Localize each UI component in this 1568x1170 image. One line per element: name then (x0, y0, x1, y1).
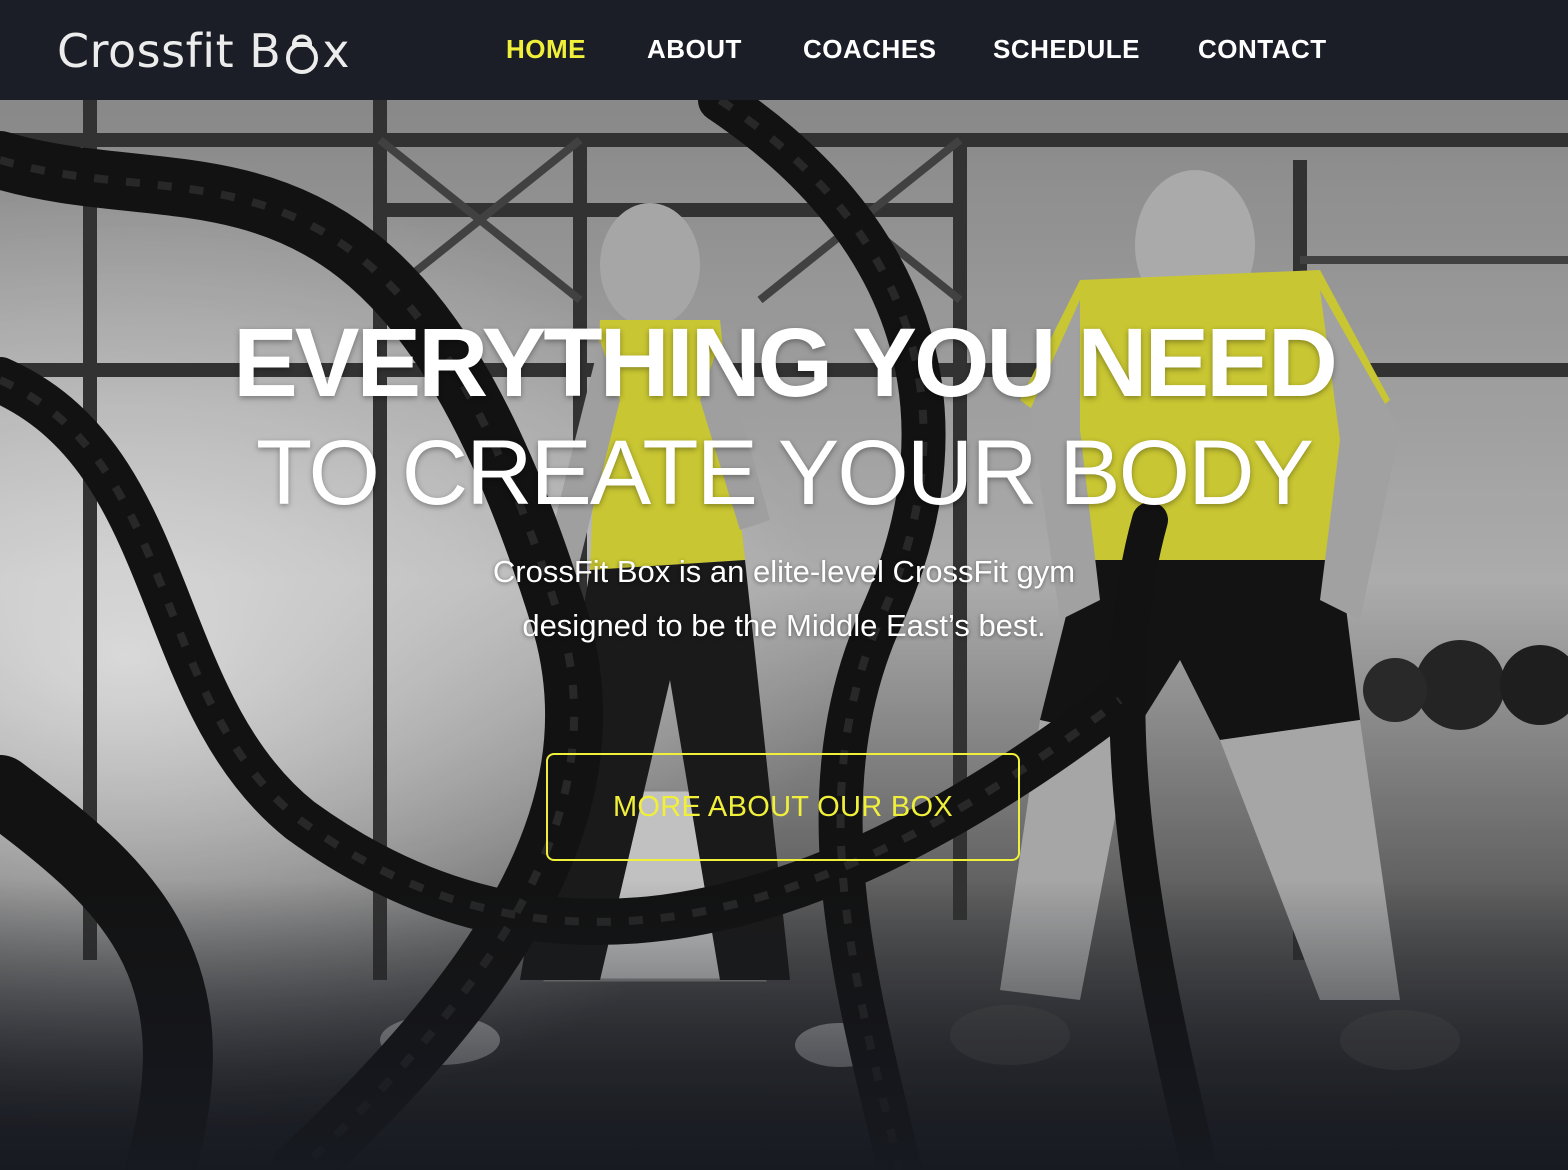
nav-link-coaches[interactable]: COACHES (803, 30, 993, 68)
nav-item-coaches: COACHES (803, 30, 993, 68)
site-logo[interactable]: Crossfit B x (57, 24, 350, 78)
logo-text-start: Crossfit B (57, 24, 282, 78)
more-about-button[interactable]: MORE ABOUT OUR BOX (546, 753, 1020, 861)
logo-text-end: x (322, 24, 351, 78)
hero-title: EVERYTHING YOU NEED (233, 308, 1338, 417)
hero-description-line-2: designed to be the Middle East’s best. (522, 608, 1046, 643)
nav-item-about: ABOUT (647, 30, 803, 68)
main-nav: HOME ABOUT COACHES SCHEDULE CONTACT (506, 30, 1338, 68)
hero-description-line-1: CrossFit Box is an elite-level CrossFit … (492, 554, 1076, 589)
nav-link-contact[interactable]: CONTACT (1198, 30, 1338, 68)
nav-item-contact: CONTACT (1198, 30, 1338, 68)
navbar: Crossfit B x HOME ABOUT COACHES SCHEDULE… (0, 0, 1568, 100)
hero-description: CrossFit Box is an elite-level CrossFit … (434, 545, 1134, 653)
nav-item-home: HOME (506, 30, 647, 68)
nav-item-schedule: SCHEDULE (993, 30, 1198, 68)
nav-link-schedule[interactable]: SCHEDULE (993, 30, 1198, 68)
hero-subtitle: TO CREATE YOUR BODY (256, 422, 1314, 524)
hero-section: EVERYTHING YOU NEED TO CREATE YOUR BODY … (0, 100, 1568, 1170)
nav-link-about[interactable]: ABOUT (647, 30, 803, 68)
nav-link-home[interactable]: HOME (506, 30, 647, 68)
kettlebell-icon (286, 34, 319, 74)
